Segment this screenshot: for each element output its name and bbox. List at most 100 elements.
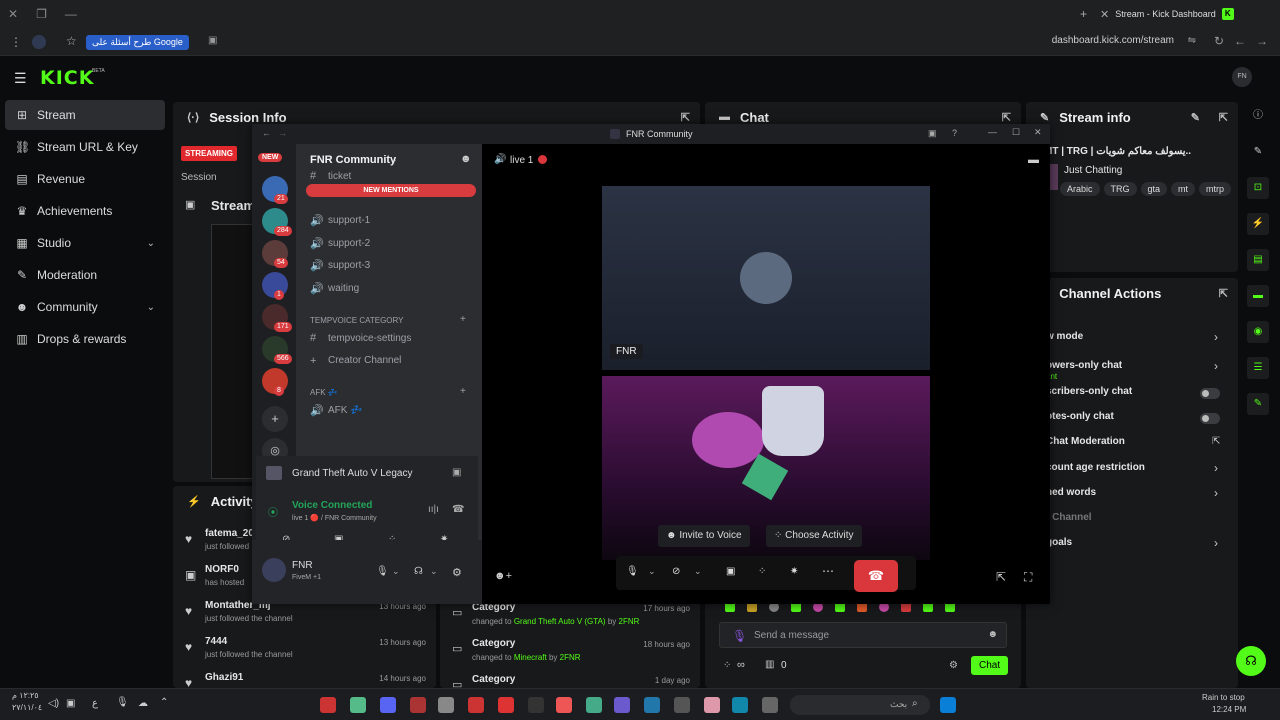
chevron-up-icon[interactable]: ⌃ [160,697,168,708]
server-name[interactable]: FNR Community [310,154,396,166]
channel-action-row[interactable]: t Channel [1026,509,1238,531]
settings-icon[interactable]: ⚙ [949,660,958,671]
sidebar-item-studio[interactable]: ▦ Studio ⌄ [5,228,165,258]
user-link[interactable]: 2FNR [560,653,581,662]
new-tab-icon[interactable]: + [1080,7,1087,21]
voice-channel-info[interactable]: live 1 🔴 / FNR Community [292,514,377,522]
taskbar-search[interactable]: بحث ⌕ [790,695,930,715]
close-icon[interactable]: ✕ [1034,127,1042,138]
mic-icon[interactable]: 🎙 [376,566,389,577]
chevron-down-icon[interactable]: ⌄ [694,566,702,577]
tag-chip[interactable]: TRG [1103,182,1137,196]
network-icon[interactable]: ▣ [66,698,75,709]
chat-send-button[interactable]: Chat [971,656,1009,675]
wrench-icon[interactable]: ✎ [1247,393,1269,415]
back-icon[interactable]: ← [1234,34,1246,48]
add-user-icon[interactable]: ☻+ [494,570,512,582]
kick-logo[interactable]: KICK [40,67,94,89]
sidebar-item-achievements[interactable]: ♛ Achievements [5,196,165,226]
app-icon[interactable] [468,697,484,713]
toggle-switch[interactable] [1200,412,1220,424]
edit-icon[interactable]: ✎ [1191,111,1200,124]
channel-voice[interactable]: 🔊 support-2 [310,237,370,250]
maximize-icon[interactable]: ☐ [1012,127,1020,138]
activity-row[interactable]: ♥ Ghazi91 14 hours ago [173,670,436,688]
noise-suppression-icon[interactable]: ıı|ı [428,504,439,515]
user-avatar[interactable] [262,558,286,582]
mic-icon[interactable]: 🎙 [626,566,639,577]
add-server-icon[interactable]: + [262,406,288,432]
app-icon[interactable] [674,697,690,713]
sliders-icon[interactable]: ☰ [1247,357,1269,379]
popout-icon[interactable]: ⇱ [1219,111,1228,124]
app-icon[interactable] [320,697,336,713]
hang-up-button[interactable]: ☎ [854,560,898,592]
chat-input[interactable]: 🎙 Send a message ☻ [719,622,1007,648]
chevron-down-icon[interactable]: ⌄ [648,566,656,577]
pen-icon[interactable]: ✎ [1247,141,1269,163]
app-icon[interactable] [614,697,630,713]
minimize-icon[interactable]: — [988,127,997,137]
fullscreen-icon[interactable]: ⛶ [1024,570,1032,585]
menu-dots-icon[interactable]: ⋮ [10,35,22,49]
app-icon[interactable] [438,697,454,713]
channel-action-row[interactable]: goals › [1026,534,1238,556]
broadcast-icon[interactable]: ◉ [1247,321,1269,343]
disconnect-icon[interactable]: ☎ [452,504,464,515]
add-channel-icon[interactable]: + [460,314,466,325]
speaker-icon[interactable]: ◁) [48,698,59,709]
screen-share-icon[interactable]: ▣ [726,566,735,577]
popout-icon[interactable]: ⇱ [1002,111,1011,124]
headphones-icon[interactable]: ☊ [414,566,423,577]
game-link[interactable]: Minecraft [514,653,547,662]
channel-voice[interactable]: 🔊 support-1 [310,214,370,227]
folder-icon[interactable] [704,697,720,713]
app-icon[interactable] [644,697,660,713]
mic-icon[interactable]: 🎙 [732,629,747,643]
channel-text[interactable]: # ticket [310,170,351,182]
forward-icon[interactable]: → [278,128,287,138]
activity-user[interactable]: NORF0 [205,564,239,575]
channel-action-row[interactable]: owers-only chat ant › [1026,357,1238,381]
chevron-down-icon[interactable]: ⌄ [392,566,400,577]
toggle-switch[interactable] [1200,387,1220,399]
chevron-down-icon[interactable]: ⌄ [430,566,438,577]
task-view-icon[interactable] [762,697,778,713]
support-headset-icon[interactable]: ☊ [1236,646,1266,676]
category-header[interactable]: AFK 💤 [310,388,338,397]
start-icon[interactable] [940,697,956,713]
sidebar-item-revenue[interactable]: ▤ Revenue [5,164,165,194]
video-tile-fnr[interactable]: FNR [602,186,930,370]
popout-icon[interactable]: ⇱ [996,570,1006,584]
discord-app-icon[interactable] [380,697,396,713]
minimize-window-icon[interactable]: — [65,7,77,21]
activity-user[interactable]: 7444 [205,636,227,647]
app-icon[interactable] [410,697,426,713]
popout-icon[interactable]: ⇱ [681,111,690,124]
back-icon[interactable]: ← [262,128,271,138]
channel-action-row[interactable]: otes-only chat [1026,408,1238,430]
url-field[interactable]: dashboard.kick.com/stream [1052,35,1174,46]
tag-chip[interactable]: Arabic [1060,182,1100,196]
invite-people-icon[interactable]: ☻ [460,153,472,165]
popout-icon[interactable]: ⇱ [1219,287,1228,300]
tag-chip[interactable]: gta [1140,182,1168,196]
game-overlay-icon[interactable]: ▣ [452,467,461,478]
reader-icon[interactable]: ⇋ [1188,35,1196,46]
tag-chip[interactable]: mtrp [1199,182,1232,196]
sidebar-item-stream[interactable]: ⊞ Stream [5,100,165,130]
edge-icon[interactable] [732,697,748,713]
activity-user[interactable]: Ghazi91 [205,672,243,683]
category-header[interactable]: TEMPVOICE CATEGORY [310,316,404,325]
bolt-icon[interactable]: ⚡ [1247,213,1269,235]
emoji-icon[interactable]: ☻ [987,629,998,640]
app-icon[interactable] [556,697,572,713]
user-link[interactable]: 2FNR [619,617,640,626]
tag-chip[interactable]: mt [1171,182,1196,196]
channel-action-row[interactable]: ned words › [1026,484,1238,506]
channel-text[interactable]: # tempvoice-settings [310,332,411,344]
profile-icon[interactable] [32,35,46,49]
activity-row[interactable]: ♥ 7444 just followed the channel 13 hours a… [173,634,436,668]
channel-action-row[interactable]: Chat Moderation ⇱ [1026,433,1238,455]
app-icon[interactable] [498,697,514,713]
